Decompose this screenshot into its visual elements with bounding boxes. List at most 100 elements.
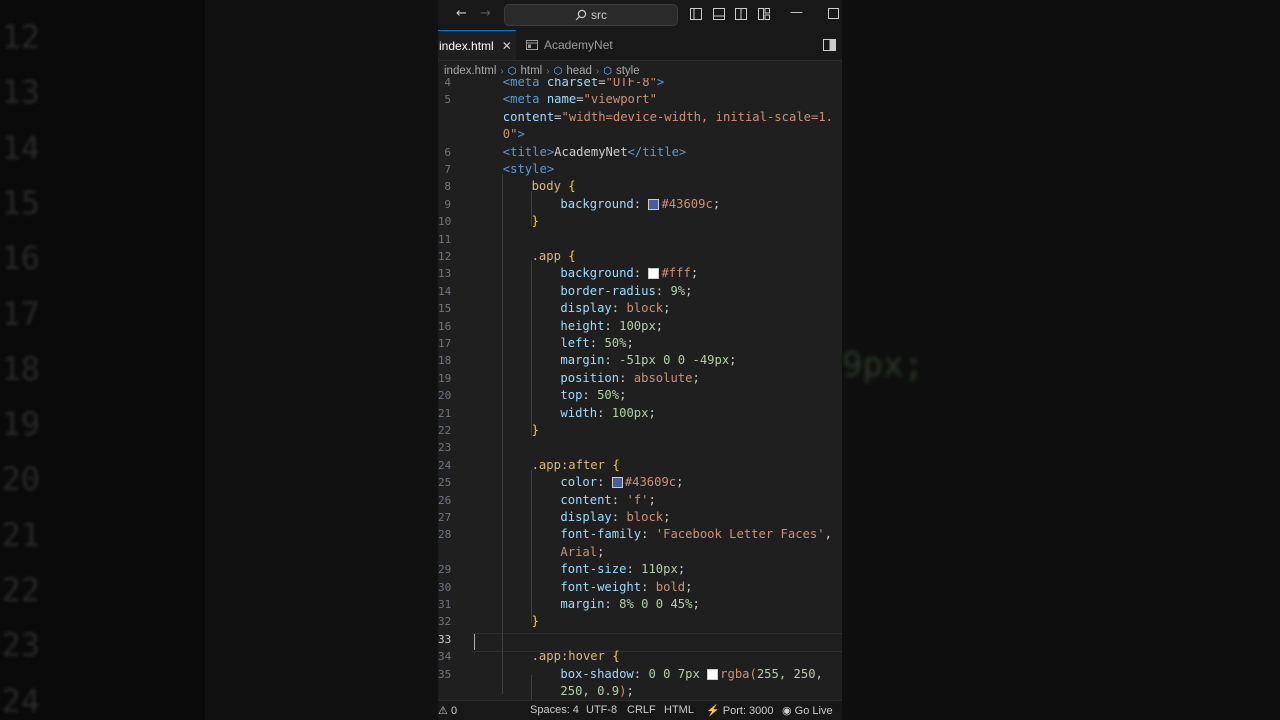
code-token: 255, 250,	[756, 666, 823, 681]
toggle-panel-icon[interactable]	[713, 8, 725, 20]
code-token: bold	[655, 579, 686, 594]
split-editor-icon[interactable]	[823, 39, 836, 51]
line-number: 35	[438, 667, 452, 681]
breadcrumb-html[interactable]: html	[521, 65, 543, 77]
minimize-icon[interactable]: —	[790, 5, 803, 20]
code-token: 50%	[597, 388, 620, 403]
code-area[interactable]: 4 <meta charset="UTF-8"> 5 <meta name="view…	[438, 78, 842, 700]
line-number: 32	[438, 615, 452, 629]
code-token: 'Facebook Letter Faces'	[655, 527, 825, 542]
go-live-button[interactable]: ◉ Go Live	[782, 704, 833, 717]
breadcrumb-style[interactable]: style	[616, 65, 640, 77]
tab-academynet[interactable]: AcademyNet	[518, 30, 613, 60]
background-line-number: 24	[1, 681, 40, 720]
line-number: 10	[438, 215, 452, 229]
code-line: .app {	[532, 249, 576, 263]
line-number: 7	[444, 163, 451, 176]
code-token: rgba(	[720, 666, 757, 681]
line-number: 31	[438, 598, 452, 611]
code-line: content: 'f';	[560, 493, 655, 507]
code-token: :	[582, 388, 598, 403]
code-token: <meta	[502, 78, 547, 89]
encoding-status[interactable]: UTF-8	[586, 704, 617, 716]
background-line-number: 16	[1, 239, 40, 278]
line-number: 27	[438, 511, 452, 524]
code-token: ;	[690, 266, 699, 281]
code-token: ;	[677, 562, 686, 577]
forward-arrow-icon[interactable]: →	[480, 6, 491, 21]
code-line: }	[532, 614, 539, 628]
toggle-primary-sidebar-icon[interactable]	[690, 8, 702, 20]
toggle-secondary-sidebar-icon[interactable]	[735, 8, 747, 20]
background-line-number: 12	[1, 18, 40, 56]
color-swatch[interactable]	[707, 668, 719, 680]
color-swatch[interactable]	[611, 477, 623, 489]
code-token: <style>	[502, 162, 555, 176]
broadcast-icon: ⚡	[706, 705, 720, 717]
color-swatch[interactable]	[648, 198, 660, 210]
code-line: width: 100px;	[560, 406, 655, 420]
line-number: 18	[438, 354, 452, 368]
title-bar: ← → src —	[438, 0, 842, 30]
code-token: {	[612, 457, 620, 472]
command-center-search[interactable]: src	[504, 4, 678, 26]
line-number: 29	[438, 563, 452, 577]
cube-icon: ⬡	[603, 65, 612, 77]
code-token: ;	[597, 544, 605, 559]
status-bar: ⚠ 0 Spaces: 4 UTF-8 CRLF HTML ⚡ Port: 30…	[438, 700, 842, 720]
code-line: font-weight: bold;	[560, 580, 692, 594]
code-token: :	[597, 475, 612, 490]
code-token: :	[655, 283, 671, 298]
code-token: :	[619, 370, 634, 385]
preview-icon	[526, 40, 538, 50]
line-number: 4	[444, 78, 451, 89]
code-token: ,	[824, 527, 832, 542]
problems-indicator[interactable]: ⚠ 0	[438, 704, 457, 717]
code-line: .app:after {	[532, 458, 620, 472]
code-token: :	[641, 527, 656, 542]
code-line: Arial;	[560, 545, 604, 559]
chevron-right-icon: ›	[500, 65, 504, 77]
code-token: #fff	[661, 266, 691, 281]
indent-guide	[531, 675, 532, 700]
code-token: name	[546, 92, 577, 107]
customize-layout-icon[interactable]	[758, 8, 770, 20]
radio-tower-icon: ◉	[782, 705, 792, 717]
code-token: :	[589, 336, 605, 350]
indentation-status[interactable]: Spaces: 4	[530, 704, 579, 716]
code-token: ;	[626, 336, 634, 350]
code-token: content	[502, 109, 555, 124]
language-mode-status[interactable]: HTML	[664, 704, 694, 716]
back-arrow-icon[interactable]: ←	[456, 6, 467, 21]
code-token: ;	[663, 510, 671, 524]
code-token: .app:after	[531, 457, 613, 472]
code-line: left: 50%;	[560, 336, 633, 350]
code-token: font-weight	[560, 579, 642, 594]
tab-index-html[interactable]: index.html ✕	[438, 30, 516, 60]
code-line: font-family: 'Facebook Letter Faces',	[560, 527, 832, 541]
code-line: height: 100px;	[560, 319, 663, 333]
close-icon[interactable]: ✕	[502, 39, 512, 53]
background-line-number: 23	[1, 626, 40, 665]
search-text: src	[591, 8, 607, 22]
eol-status[interactable]: CRLF	[627, 704, 656, 716]
code-line: 0">	[503, 127, 525, 141]
background-line-number: 20	[1, 460, 40, 499]
code-line: position: absolute;	[560, 371, 699, 385]
breadcrumb-file[interactable]: index.html	[444, 65, 496, 77]
line-number: 26	[438, 493, 452, 507]
code-token: <meta	[502, 92, 547, 107]
code-token: }	[531, 614, 539, 629]
maximize-icon[interactable]	[828, 8, 839, 19]
text-cursor	[474, 634, 475, 650]
code-line: content="width=device-width, initial-sca…	[503, 110, 833, 124]
code-token: height	[560, 318, 605, 333]
code-token: charset	[546, 78, 599, 89]
code-token: border-radius	[560, 283, 656, 298]
line-number: 12	[438, 250, 452, 263]
breadcrumb-head[interactable]: head	[566, 65, 592, 77]
color-swatch[interactable]	[648, 268, 660, 280]
code-token: 110px	[641, 562, 678, 577]
code-token: :	[604, 597, 620, 611]
port-status[interactable]: ⚡ Port: 3000	[706, 704, 774, 717]
